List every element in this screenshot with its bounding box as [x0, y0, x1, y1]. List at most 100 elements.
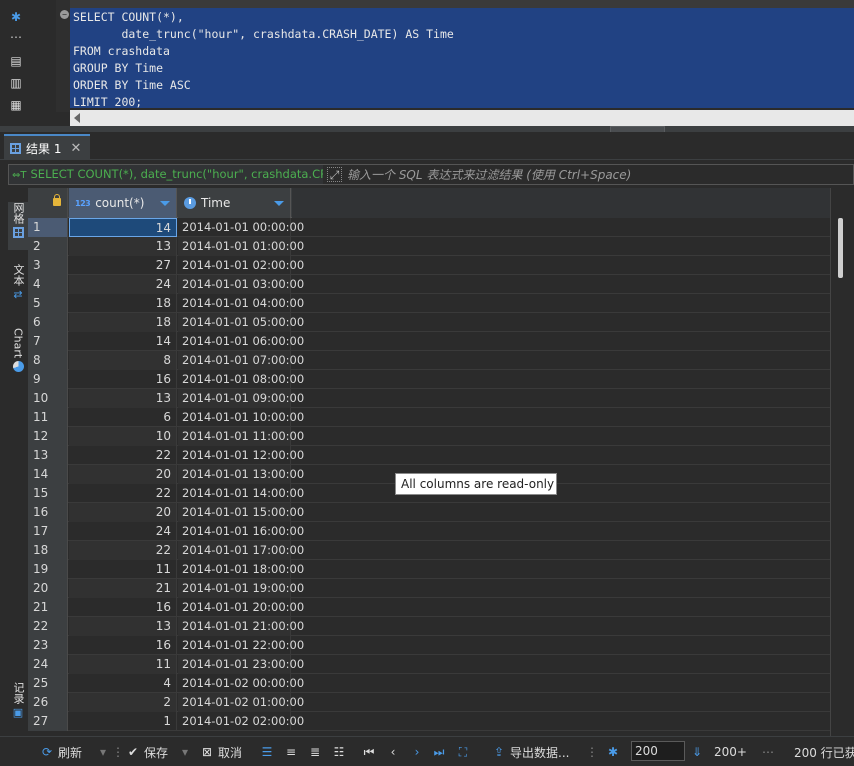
row-number[interactable]: 12	[28, 427, 68, 446]
filter-input[interactable]	[347, 165, 847, 184]
row-number[interactable]: 20	[28, 579, 68, 598]
table-row[interactable]: 1 14 2014-01-01 00:00:00	[28, 218, 830, 237]
sort-dropdown-icon[interactable]	[274, 201, 284, 206]
table-row[interactable]: 6 18 2014-01-01 05:00:00	[28, 313, 830, 332]
cell-count[interactable]: 14	[69, 332, 177, 351]
cell-time[interactable]: 2014-01-01 22:00:00	[178, 636, 304, 655]
cell-count[interactable]: 22	[69, 446, 177, 465]
fold-collapse-icon[interactable]: −	[60, 10, 69, 19]
row-number[interactable]: 27	[28, 712, 68, 731]
last-page-button[interactable]: ⏭	[432, 742, 446, 762]
row-number[interactable]: 5	[28, 294, 68, 313]
export-button[interactable]: ⇪ 导出数据...	[492, 742, 569, 762]
scroll-left-arrow-icon[interactable]	[74, 113, 80, 123]
cell-time[interactable]: 2014-01-01 05:00:00	[178, 313, 304, 332]
cell-time[interactable]: 2014-01-01 11:00:00	[178, 427, 304, 446]
cell-count[interactable]: 11	[69, 655, 177, 674]
cell-count[interactable]: 4	[69, 674, 177, 693]
cell-time[interactable]: 2014-01-01 06:00:00	[178, 332, 304, 351]
row-number[interactable]: 4	[28, 275, 68, 294]
side-tab-grid[interactable]: 网格	[8, 202, 28, 250]
more-dots-icon[interactable]: ⋯	[9, 30, 23, 44]
row-number[interactable]: 6	[28, 313, 68, 332]
cell-count[interactable]: 22	[69, 541, 177, 560]
table-row[interactable]: 7 14 2014-01-01 06:00:00	[28, 332, 830, 351]
row-number[interactable]: 7	[28, 332, 68, 351]
cell-time[interactable]: 2014-01-02 00:00:00	[178, 674, 304, 693]
cell-count[interactable]: 16	[69, 598, 177, 617]
table-row[interactable]: 10 13 2014-01-01 09:00:00	[28, 389, 830, 408]
row-number[interactable]: 2	[28, 237, 68, 256]
row-number[interactable]: 21	[28, 598, 68, 617]
settings-button[interactable]: ✱	[606, 742, 620, 762]
fetch-next-button[interactable]: ⇓	[690, 742, 704, 762]
row-number[interactable]: 24	[28, 655, 68, 674]
table-row[interactable]: 3 27 2014-01-01 02:00:00	[28, 256, 830, 275]
row-number[interactable]: 11	[28, 408, 68, 427]
cell-count[interactable]: 16	[69, 636, 177, 655]
save-dropdown[interactable]: ▾	[182, 742, 188, 762]
sql-editor[interactable]: ✱ ⋯ ▤ ▥ ▦ − SELECT COUNT(*), date_trunc(…	[0, 0, 854, 126]
row-number[interactable]: 8	[28, 351, 68, 370]
cell-time[interactable]: 2014-01-02 02:00:00	[178, 712, 304, 731]
cell-time[interactable]: 2014-01-01 19:00:00	[178, 579, 304, 598]
cell-count[interactable]: 18	[69, 294, 177, 313]
row-number[interactable]: 13	[28, 446, 68, 465]
row-number[interactable]: 16	[28, 503, 68, 522]
cell-time[interactable]: 2014-01-01 15:00:00	[178, 503, 304, 522]
table-row[interactable]: 19 11 2014-01-01 18:00:00	[28, 560, 830, 579]
table-row[interactable]: 18 22 2014-01-01 17:00:00	[28, 541, 830, 560]
first-page-button[interactable]: ⏮	[362, 742, 376, 762]
grid-corner[interactable]	[28, 188, 68, 218]
cell-count[interactable]: 18	[69, 313, 177, 332]
cell-count[interactable]: 13	[69, 617, 177, 636]
cell-count[interactable]: 2	[69, 693, 177, 712]
cell-count[interactable]: 20	[69, 465, 177, 484]
execute-gear-icon[interactable]: ✱	[9, 10, 23, 24]
row-number[interactable]: 26	[28, 693, 68, 712]
row-number[interactable]: 1	[28, 218, 68, 237]
cell-count[interactable]: 13	[69, 389, 177, 408]
delete-row-button[interactable]: ☷	[332, 742, 346, 762]
table-row[interactable]: 9 16 2014-01-01 08:00:00	[28, 370, 830, 389]
row-number[interactable]: 18	[28, 541, 68, 560]
row-number[interactable]: 19	[28, 560, 68, 579]
copy-row-button[interactable]: ≣	[308, 742, 322, 762]
cell-count[interactable]: 24	[69, 522, 177, 541]
cell-count[interactable]: 1	[69, 712, 177, 731]
add-row-button[interactable]: ≡	[284, 742, 298, 762]
grid-vertical-scrollbar[interactable]	[830, 188, 854, 736]
cell-time[interactable]: 2014-01-01 13:00:00	[178, 465, 304, 484]
sort-dropdown-icon[interactable]	[160, 201, 170, 206]
row-number[interactable]: 3	[28, 256, 68, 275]
table-row[interactable]: 25 4 2014-01-02 00:00:00	[28, 674, 830, 693]
row-number[interactable]: 10	[28, 389, 68, 408]
row-number[interactable]: 15	[28, 484, 68, 503]
expand-icon[interactable]: ⤢	[327, 167, 342, 182]
script-file-icon[interactable]: ▤	[9, 54, 23, 68]
column-header-time[interactable]: Time	[178, 188, 291, 218]
editor-horizontal-scrollbar[interactable]	[70, 110, 854, 126]
tab-results-1[interactable]: 结果 1 ✕	[4, 134, 90, 160]
table-row[interactable]: 8 8 2014-01-01 07:00:00	[28, 351, 830, 370]
cell-time[interactable]: 2014-01-01 07:00:00	[178, 351, 304, 370]
scrollbar-thumb[interactable]	[838, 218, 843, 278]
refresh-dropdown[interactable]: ▾	[100, 742, 106, 762]
fetch-all-button[interactable]: ⛶	[456, 742, 470, 762]
cell-count[interactable]: 20	[69, 503, 177, 522]
refresh-button[interactable]: ⟳ 刷新	[40, 742, 82, 762]
table-row[interactable]: 11 6 2014-01-01 10:00:00	[28, 408, 830, 427]
results-grid[interactable]: 123 count(*) Time 1 14 2014-01-01 00:00:00…	[28, 188, 830, 736]
table-row[interactable]: 20 21 2014-01-01 19:00:00	[28, 579, 830, 598]
side-tab-chart[interactable]: Chart	[8, 328, 28, 373]
side-tab-record[interactable]: 记录 ▣	[8, 682, 28, 719]
cell-count[interactable]: 22	[69, 484, 177, 503]
side-tab-text[interactable]: 文本 ⇄	[8, 264, 28, 301]
close-icon[interactable]: ✕	[70, 141, 81, 156]
table-row[interactable]: 24 11 2014-01-01 23:00:00	[28, 655, 830, 674]
table-row[interactable]: 4 24 2014-01-01 03:00:00	[28, 275, 830, 294]
cell-time[interactable]: 2014-01-01 08:00:00	[178, 370, 304, 389]
cell-time[interactable]: 2014-01-01 18:00:00	[178, 560, 304, 579]
cell-count[interactable]: 11	[69, 560, 177, 579]
table-row[interactable]: 27 1 2014-01-02 02:00:00	[28, 712, 830, 731]
